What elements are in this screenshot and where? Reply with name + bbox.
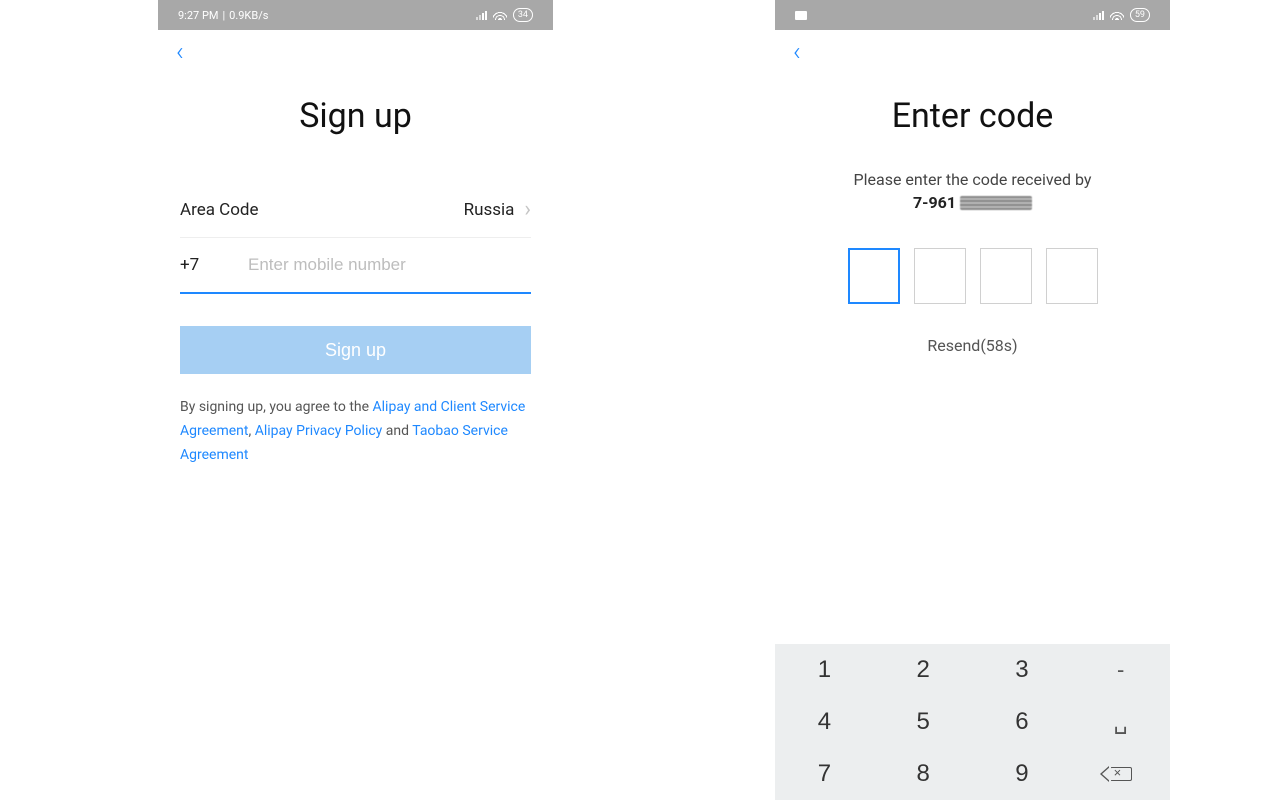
- signal-icon: [476, 11, 487, 20]
- backspace-icon: [1110, 767, 1132, 781]
- key-7[interactable]: 7: [775, 748, 874, 800]
- battery-indicator: 34: [513, 8, 533, 22]
- back-button[interactable]: ‹: [793, 39, 801, 65]
- code-digit-2[interactable]: [914, 248, 966, 304]
- page-title: Enter code: [775, 96, 1170, 136]
- code-digit-4[interactable]: [1046, 248, 1098, 304]
- terms-text: By signing up, you agree to the Alipay a…: [180, 396, 531, 467]
- signup-button[interactable]: Sign up: [180, 326, 531, 374]
- phone-enter-code: 59 ‹ Enter code Please enter the code re…: [775, 0, 1170, 800]
- status-time: 9:27 PM: [178, 9, 218, 22]
- phone-input[interactable]: [248, 255, 531, 275]
- key-3[interactable]: 3: [973, 644, 1072, 696]
- page-title: Sign up: [158, 96, 553, 136]
- nav-bar: ‹: [158, 30, 553, 74]
- key-dash[interactable]: -: [1071, 644, 1170, 696]
- status-bar: 59: [775, 0, 1170, 30]
- battery-indicator: 59: [1130, 8, 1150, 22]
- key-space[interactable]: ␣: [1071, 696, 1170, 748]
- numeric-keypad: 1 2 3 - 4 5 6 ␣ 7 8 9: [775, 644, 1170, 800]
- status-bar: 9:27 PM | 0.9KB/s 34: [158, 0, 553, 30]
- masked-digits: [960, 196, 1032, 210]
- signal-icon: [1093, 11, 1104, 20]
- phone-prefix: +7: [180, 255, 220, 275]
- key-6[interactable]: 6: [973, 696, 1072, 748]
- status-divider: |: [222, 9, 225, 22]
- key-1[interactable]: 1: [775, 644, 874, 696]
- phone-signup: 9:27 PM | 0.9KB/s 34 ‹ Sign up Area Code…: [158, 0, 553, 467]
- wifi-icon: [493, 10, 507, 20]
- key-8[interactable]: 8: [874, 748, 973, 800]
- code-digit-1[interactable]: [848, 248, 900, 304]
- key-9[interactable]: 9: [973, 748, 1072, 800]
- phone-input-row: +7: [180, 238, 531, 294]
- status-net-speed: 0.9KB/s: [229, 9, 268, 22]
- key-4[interactable]: 4: [775, 696, 874, 748]
- key-backspace[interactable]: [1071, 748, 1170, 800]
- mail-icon: [795, 11, 807, 20]
- wifi-icon: [1110, 10, 1124, 20]
- nav-bar: ‹: [775, 30, 1170, 74]
- code-digit-3[interactable]: [980, 248, 1032, 304]
- code-input-group: [775, 248, 1170, 304]
- area-code-selector[interactable]: Area Code Russia ›: [180, 182, 531, 238]
- area-code-value: Russia: [464, 200, 515, 220]
- key-2[interactable]: 2: [874, 644, 973, 696]
- link-alipay-privacy-policy[interactable]: Alipay Privacy Policy: [255, 423, 383, 439]
- resend-countdown: Resend(58s): [775, 336, 1170, 355]
- masked-phone-number: 7-961: [775, 193, 1170, 212]
- key-5[interactable]: 5: [874, 696, 973, 748]
- area-code-label: Area Code: [180, 200, 259, 220]
- chevron-right-icon: ›: [524, 197, 531, 222]
- code-subtitle: Please enter the code received by: [775, 170, 1170, 189]
- back-button[interactable]: ‹: [176, 39, 184, 65]
